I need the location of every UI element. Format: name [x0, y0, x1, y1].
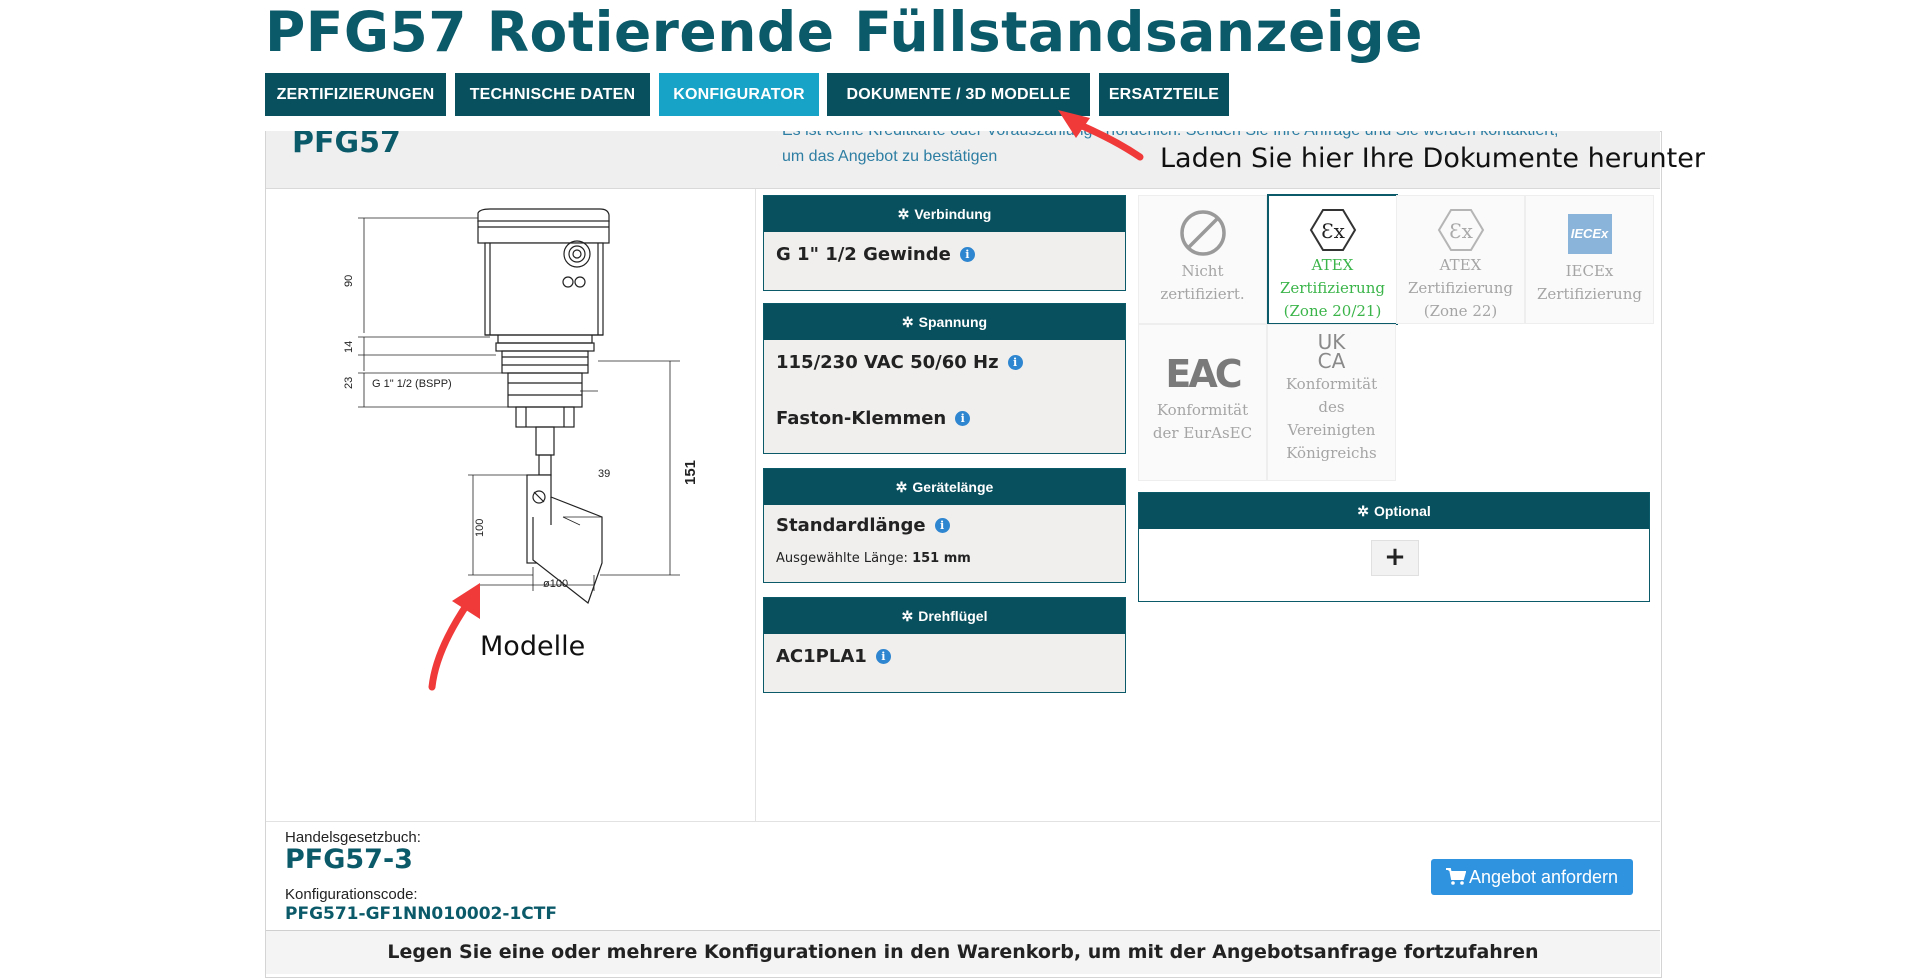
- summary-divider: [266, 821, 1660, 822]
- model-code: PFG57-3: [285, 844, 413, 875]
- tab-konfigurator[interactable]: KONFIGURATOR: [659, 73, 819, 116]
- annotation-documents: Laden Sie hier Ihre Dokumente herunter: [1160, 143, 1705, 174]
- svg-text:Ɛx: Ɛx: [1321, 219, 1345, 243]
- cert-label-line: Zertifizierung: [1537, 285, 1642, 303]
- request-quote-button[interactable]: Angebot anfordern: [1431, 859, 1633, 895]
- request-quote-label: Angebot anfordern: [1468, 867, 1619, 887]
- gear-icon: ✲: [1357, 503, 1369, 519]
- option-label: G 1" 1/2 Gewinde: [776, 244, 951, 265]
- cert-label-line: Konformität: [1285, 375, 1378, 393]
- cert-not-certified[interactable]: Nicht zertifiziert.: [1138, 195, 1267, 324]
- card-drehfluegel: ✲ Drehflügel AC1PLA1 i: [763, 597, 1126, 693]
- tab-zertifizierungen[interactable]: ZERTIFIZIERUNGEN: [265, 73, 446, 116]
- cert-atex-zone-20-21[interactable]: Ɛx ATEX Zertifizierung (Zone 20/21): [1267, 194, 1398, 325]
- ukca-icon: UK CA: [1268, 332, 1395, 373]
- dim-151: 151: [682, 460, 699, 485]
- card-header-optional: ✲ Optional: [1139, 493, 1649, 529]
- gear-icon: ✲: [897, 206, 910, 222]
- dim-thread: G 1" 1/2 (BSPP): [372, 378, 452, 390]
- cert-label-line: Konformität: [1156, 401, 1249, 419]
- option-label: AC1PLA1: [776, 646, 867, 667]
- cert-label-line: ATEX: [1439, 256, 1482, 274]
- column-divider: [755, 189, 756, 821]
- info-icon[interactable]: i: [934, 518, 950, 533]
- geraetelaenge-option[interactable]: Standardlänge i: [776, 515, 950, 536]
- verbindung-option[interactable]: G 1" 1/2 Gewinde i: [776, 244, 975, 265]
- cert-label-line: ATEX: [1311, 256, 1354, 274]
- selected-length-value: 151 mm: [912, 551, 971, 566]
- dim-90: 90: [343, 275, 355, 287]
- cart-hint-bar: Legen Sie eine oder mehrere Konfiguratio…: [266, 930, 1660, 974]
- card-header-verbindung: ✲ Verbindung: [764, 196, 1125, 232]
- selected-length: Ausgewählte Länge: 151 mm: [776, 551, 971, 566]
- prohibited-icon: [1179, 210, 1226, 256]
- gear-icon: ✲: [895, 479, 908, 495]
- info-icon[interactable]: i: [955, 411, 971, 426]
- product-title: PFG57: [292, 131, 401, 160]
- cert-atex-zone-22[interactable]: Ɛx ATEX Zertifizierung (Zone 22): [1396, 195, 1525, 324]
- card-verbindung: ✲ Verbindung G 1" 1/2 Gewinde i: [763, 195, 1126, 291]
- technical-drawing[interactable]: 90 14 23 G 1" 1/2 (BSPP) 151 39 100 ø100: [330, 195, 750, 605]
- dim-23: 23: [343, 377, 355, 389]
- cert-label-line: Vereinigten: [1287, 421, 1376, 439]
- atex-icon: Ɛx: [1437, 209, 1484, 251]
- svg-text:Ɛx: Ɛx: [1449, 219, 1473, 243]
- ukca-icon-bottom: CA: [1317, 349, 1346, 373]
- tab-technische-daten[interactable]: TECHNISCHE DATEN: [455, 73, 650, 116]
- card-header-drehfluegel: ✲ Drehflügel: [764, 598, 1125, 634]
- page-title: PFG57 Rotierende Füllstandsanzeige: [265, 0, 1423, 64]
- cert-label-line: Nicht: [1181, 262, 1224, 280]
- card-header-spannung: ✲ Spannung: [764, 304, 1125, 340]
- cert-label-line: der EurAsEC: [1152, 424, 1253, 442]
- add-option-button[interactable]: +: [1371, 540, 1419, 576]
- cert-label-line: (Zone 22): [1423, 302, 1498, 320]
- gear-icon: ✲: [901, 314, 914, 330]
- card-header-label: Gerätelänge: [912, 479, 994, 495]
- atex-icon: Ɛx: [1309, 209, 1356, 251]
- card-header-label: Optional: [1373, 503, 1431, 519]
- spannung-option-terminals[interactable]: Faston-Klemmen i: [776, 408, 971, 429]
- option-label: Faston-Klemmen: [776, 408, 947, 429]
- cert-eac[interactable]: EAC Konformität der EurAsEC: [1138, 324, 1267, 481]
- info-icon[interactable]: i: [875, 649, 891, 664]
- info-icon[interactable]: i: [959, 247, 975, 262]
- card-header-label: Drehflügel: [918, 608, 988, 624]
- gear-icon: ✲: [901, 608, 914, 624]
- card-header-geraetelaenge: ✲ Gerätelänge: [764, 469, 1125, 505]
- option-label: Standardlänge: [776, 515, 926, 536]
- cert-label-line: Königreichs: [1286, 444, 1377, 462]
- cert-ukca[interactable]: UK CA Konformität des Vereinigten Königr…: [1267, 324, 1396, 481]
- card-header-label: Spannung: [918, 314, 988, 330]
- selected-length-label: Ausgewählte Länge:: [776, 551, 908, 566]
- cert-label-line: (Zone 20/21): [1283, 302, 1382, 320]
- config-code: PFG571-GF1NN010002-1CTF: [285, 904, 557, 924]
- red-arrow-documents: [1058, 110, 1144, 161]
- card-geraetelaenge: ✲ Gerätelänge Standardlänge i Ausgewählte …: [763, 468, 1126, 583]
- card-spannung: ✲ Spannung 115/230 VAC 50/60 Hz i Faston-K…: [763, 303, 1126, 454]
- drehfluegel-option[interactable]: AC1PLA1 i: [776, 646, 891, 667]
- dim-100: 100: [474, 519, 486, 537]
- spannung-option-voltage[interactable]: 115/230 VAC 50/60 Hz i: [776, 352, 1023, 373]
- iecex-icon: IECEx: [1567, 214, 1612, 254]
- annotation-models: Modelle: [480, 631, 586, 662]
- dim-diameter-100: ø100: [543, 578, 568, 590]
- config-code-label: Konfigurationscode:: [285, 886, 418, 903]
- cert-label-line: Zertifizierung: [1280, 279, 1385, 297]
- card-optional: ✲ Optional +: [1138, 492, 1650, 602]
- product-note-line1: Es ist keine Kreditkarte oder Vorauszahl…: [782, 131, 1558, 140]
- cart-icon: [1445, 868, 1467, 885]
- dim-39: 39: [598, 468, 610, 480]
- info-icon[interactable]: i: [1007, 355, 1023, 370]
- cert-label-line: des: [1318, 398, 1345, 416]
- product-note-line2: um das Angebot zu bestätigen: [782, 148, 998, 165]
- cert-label-line: IECEx: [1565, 262, 1614, 280]
- eac-icon: EAC: [1165, 352, 1242, 396]
- cert-label-line: Zertifizierung: [1408, 279, 1513, 297]
- dim-14: 14: [343, 341, 355, 353]
- option-label: 115/230 VAC 50/60 Hz: [776, 352, 999, 373]
- cert-iecex[interactable]: IECEx IECEx Zertifizierung: [1525, 195, 1654, 324]
- card-header-label: Verbindung: [914, 206, 992, 222]
- cert-label-line: zertifiziert.: [1160, 285, 1245, 303]
